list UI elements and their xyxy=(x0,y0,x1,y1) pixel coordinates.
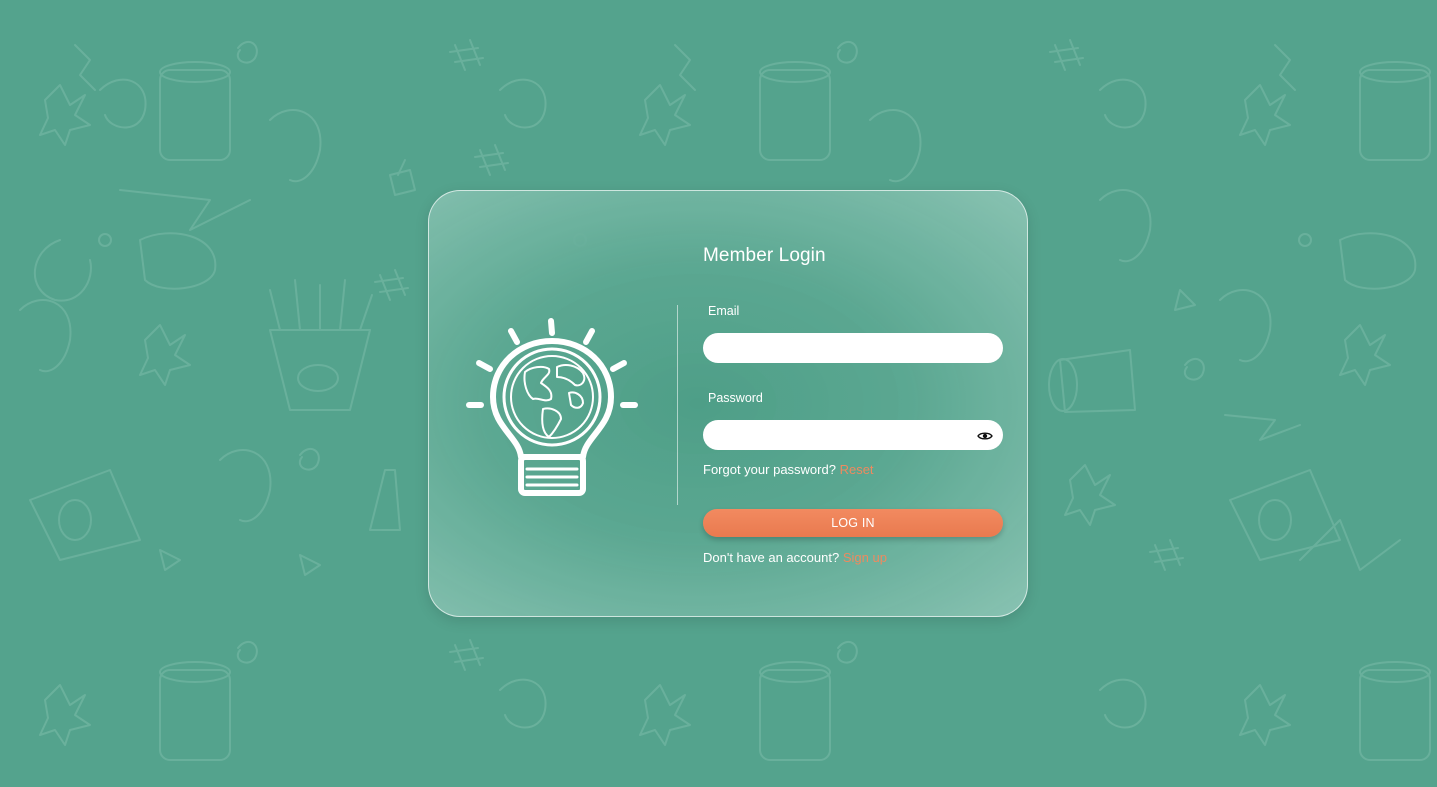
signup-link[interactable]: Sign up xyxy=(843,550,887,565)
login-card: Member Login Email Password Forgot your … xyxy=(428,190,1028,617)
signup-text: Don't have an account? Sign up xyxy=(703,550,887,565)
vertical-divider xyxy=(677,305,678,505)
email-field[interactable] xyxy=(703,333,1003,363)
lightbulb-globe-icon xyxy=(466,318,638,496)
login-button[interactable]: LOG IN xyxy=(703,509,1003,537)
forgot-password-text: Forgot your password? Reset xyxy=(703,462,874,477)
signup-label: Don't have an account? xyxy=(703,550,840,565)
forgot-password-label: Forgot your password? xyxy=(703,462,836,477)
eye-icon[interactable] xyxy=(977,431,993,441)
password-field[interactable] xyxy=(703,420,1003,450)
password-label: Password xyxy=(708,391,763,405)
reset-password-link[interactable]: Reset xyxy=(840,462,874,477)
email-label: Email xyxy=(708,304,740,318)
page-title: Member Login xyxy=(703,245,826,266)
